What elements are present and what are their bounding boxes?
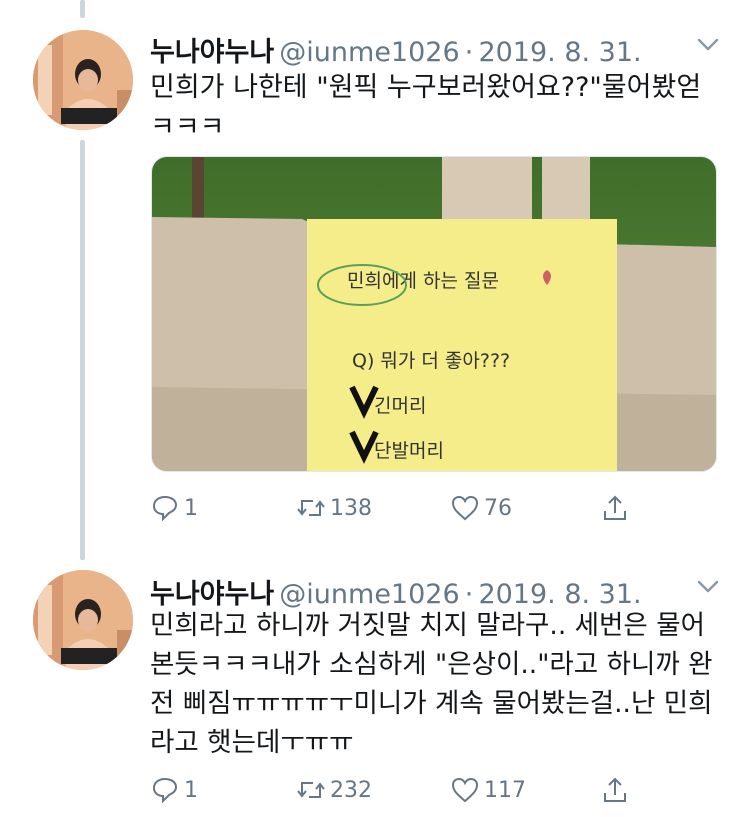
like-count: 117 (484, 777, 526, 803)
retweet-icon (297, 500, 325, 516)
reply-button[interactable]: 1 (150, 490, 198, 526)
share-icon (604, 777, 626, 802)
avatar[interactable] (33, 570, 133, 670)
chevron-down-icon[interactable] (697, 580, 719, 594)
note-question: Q) 뭐가 더 좋아??? (352, 350, 510, 372)
like-button[interactable]: 117 (450, 772, 526, 808)
share-icon (604, 495, 626, 520)
tweet-actions: 1 232 117 (150, 772, 650, 808)
retweet-count: 232 (330, 777, 372, 803)
tweet-actions: 1 138 76 (150, 490, 650, 526)
tweet-header: 누나야누나 @iunme1026 · 2019. 8. 31. (150, 572, 733, 610)
reply-count: 1 (184, 777, 198, 803)
heart-icon (451, 495, 479, 521)
like-button[interactable]: 76 (450, 490, 512, 526)
thread-line-top (80, 0, 85, 18)
tweet-text: 민희라고 하니까 거짓말 치지 말라구.. 세번은 물어본듯ㅋㅋㅋ내가 소심하게… (150, 610, 713, 758)
share-button[interactable] (600, 772, 630, 808)
like-count: 76 (484, 495, 512, 521)
retweet-button[interactable]: 232 (296, 772, 372, 808)
timestamp[interactable]: 2019. 8. 31. (478, 37, 641, 68)
chevron-down-icon[interactable] (697, 38, 719, 52)
reply-count: 1 (184, 495, 198, 521)
thread-line (80, 140, 85, 560)
tweet-header: 누나야누나 @iunme1026 · 2019. 8. 31. (150, 30, 733, 68)
tweet-image[interactable]: 민희에게 하는 질문 Q) 뭐가 더 좋아??? 긴머리 단발머리 (151, 156, 717, 472)
reply-button[interactable]: 1 (150, 772, 198, 808)
retweet-icon (297, 782, 325, 798)
display-name[interactable]: 누나야누나 (150, 37, 274, 68)
heart-icon (451, 777, 479, 803)
retweet-button[interactable]: 138 (296, 490, 372, 526)
note-title: 민희에게 하는 질문 (347, 270, 499, 292)
share-button[interactable] (600, 490, 630, 526)
user-handle[interactable]: @iunme1026 (279, 37, 459, 68)
reply-icon (152, 777, 178, 804)
separator: · (464, 37, 474, 68)
tweet-text: 민희가 나한테 "원픽 누구보러왔어요??"물어봤얻ㅋㅋㅋ (150, 72, 702, 143)
avatar[interactable] (33, 30, 133, 130)
retweet-count: 138 (330, 495, 372, 521)
note-option-2: 단발머리 (374, 440, 444, 462)
note-option-1: 긴머리 (374, 395, 426, 417)
reply-icon (152, 495, 178, 522)
